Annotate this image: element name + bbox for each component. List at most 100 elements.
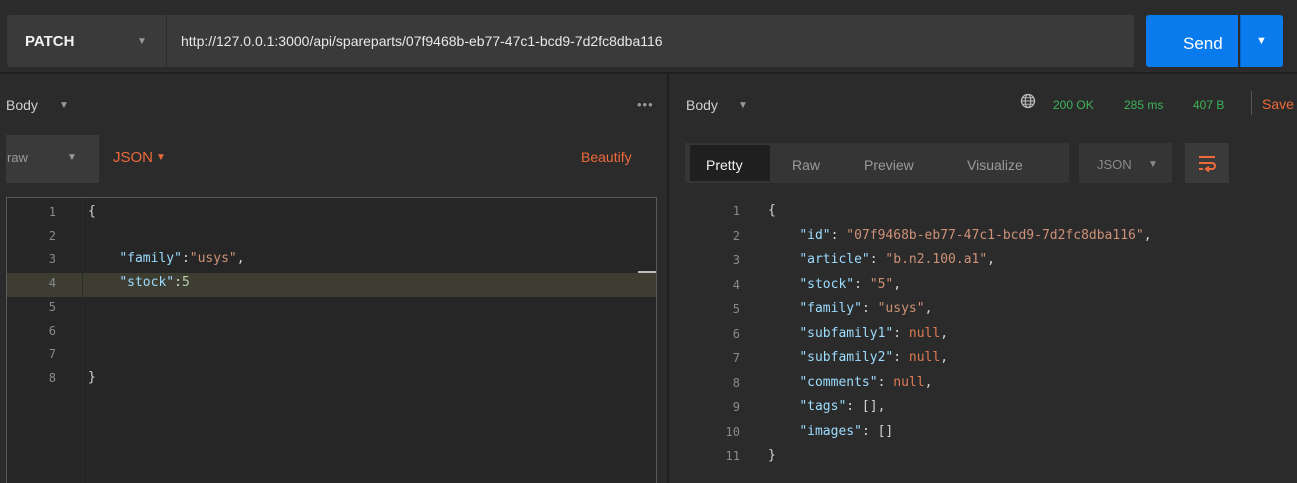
globe-icon[interactable]	[1020, 93, 1036, 109]
line-number: 10	[725, 424, 740, 439]
code-token: "stock"	[799, 276, 855, 292]
divider	[0, 72, 1297, 74]
tab-pretty[interactable]: Pretty	[706, 157, 743, 173]
response-size[interactable]: 407 B	[1193, 98, 1224, 112]
code-token: :	[893, 325, 909, 341]
code-token: 5	[181, 275, 190, 291]
code-token: :	[893, 350, 909, 365]
chevron-down-icon[interactable]: ▼	[738, 100, 748, 111]
line-number: 4	[732, 277, 740, 292]
code-token: ,	[940, 325, 949, 341]
code-line: "id": "07f9468b-eb77-47c1-bcd9-7d2fc8dba…	[768, 227, 1151, 243]
code-token: : []	[861, 423, 894, 439]
tab-visualize[interactable]: Visualize	[967, 157, 1023, 173]
code-token: "tags"	[799, 399, 847, 414]
line-number: 2	[732, 228, 740, 243]
code-line: "subfamily2": null,	[768, 350, 948, 365]
line-number: 11	[725, 449, 740, 463]
code-token: {	[88, 204, 96, 219]
code-token: }	[768, 448, 776, 463]
line-number: 1	[48, 205, 56, 219]
code-token: "article"	[799, 252, 870, 267]
line-number: 5	[48, 299, 56, 314]
response-body-tab[interactable]: Body	[686, 97, 718, 113]
line-number: 9	[732, 400, 740, 414]
code-line: "family": "usys",	[768, 301, 932, 316]
request-body-tab[interactable]: Body	[6, 97, 38, 113]
code-line: }	[768, 448, 776, 463]
request-body-editor[interactable]	[6, 197, 657, 483]
response-time[interactable]: 285 ms	[1124, 98, 1163, 112]
code-line: "tags": [],	[768, 399, 885, 414]
code-token: : [],	[846, 399, 886, 414]
code-token: null	[908, 350, 941, 365]
tab-preview[interactable]: Preview	[864, 157, 914, 173]
line-number: 2	[48, 228, 56, 243]
code-line: "stock": "5",	[768, 277, 901, 292]
line-number: 7	[48, 347, 56, 362]
code-token: ,	[940, 350, 949, 365]
code-token: "stock"	[119, 275, 175, 291]
line-number: 3	[732, 253, 740, 267]
code-token: ,	[924, 301, 933, 316]
chevron-down-icon[interactable]: ▼	[59, 100, 69, 111]
scrollbar-marker[interactable]	[638, 271, 656, 273]
line-number: 7	[732, 351, 740, 365]
code-token: :	[854, 276, 870, 292]
code-token: "family"	[799, 301, 862, 316]
code-line: {	[88, 204, 96, 219]
chevron-down-icon: ▼	[1148, 159, 1158, 170]
code-token: "id"	[799, 227, 831, 243]
code-token: :	[830, 227, 847, 243]
code-token: :	[869, 252, 886, 267]
beautify-button[interactable]: Beautify	[581, 149, 632, 165]
response-format-label: JSON	[1097, 157, 1132, 172]
chevron-down-icon[interactable]: ▼	[156, 152, 166, 163]
code-token: null	[893, 374, 925, 390]
more-options-icon[interactable]: •••	[637, 97, 654, 112]
code-token: "5"	[869, 276, 894, 292]
url-text[interactable]: http://127.0.0.1:3000/api/spareparts/07f…	[181, 33, 663, 49]
tab-raw[interactable]: Raw	[792, 157, 820, 173]
code-token: ,	[987, 252, 995, 267]
line-number: 1	[732, 204, 740, 218]
status-badge[interactable]: 200 OK	[1053, 98, 1094, 112]
code-token: {	[768, 203, 776, 218]
code-token: }	[88, 369, 96, 385]
line-number: 6	[48, 323, 56, 338]
chevron-down-icon[interactable]: ▼	[1256, 35, 1267, 47]
code-token: "subfamily2"	[799, 350, 894, 365]
code-token: :	[174, 275, 182, 291]
code-token: null	[908, 325, 941, 341]
send-button-label[interactable]: Send	[1183, 34, 1223, 54]
divider	[1251, 91, 1252, 115]
code-token: "subfamily1"	[799, 325, 894, 341]
chevron-down-icon: ▼	[67, 152, 77, 163]
line-number: 8	[48, 370, 56, 385]
line-number: 5	[732, 302, 740, 316]
code-line: "comments": null,	[768, 375, 932, 390]
code-line: "subfamily1": null,	[768, 326, 948, 341]
save-response-button[interactable]: Save	[1262, 96, 1294, 112]
format-select-label[interactable]: JSON	[113, 149, 153, 166]
code-token: "comments"	[799, 374, 878, 390]
code-token: ,	[893, 276, 902, 292]
code-token: :	[877, 374, 894, 390]
code-line: }	[88, 370, 96, 385]
code-token: "usys"	[877, 301, 925, 316]
code-line: {	[768, 203, 776, 218]
wrap-lines-icon[interactable]	[1196, 152, 1218, 174]
pane-splitter[interactable]	[667, 74, 669, 483]
gutter-separator	[82, 198, 83, 483]
body-type-label: raw	[7, 150, 28, 165]
